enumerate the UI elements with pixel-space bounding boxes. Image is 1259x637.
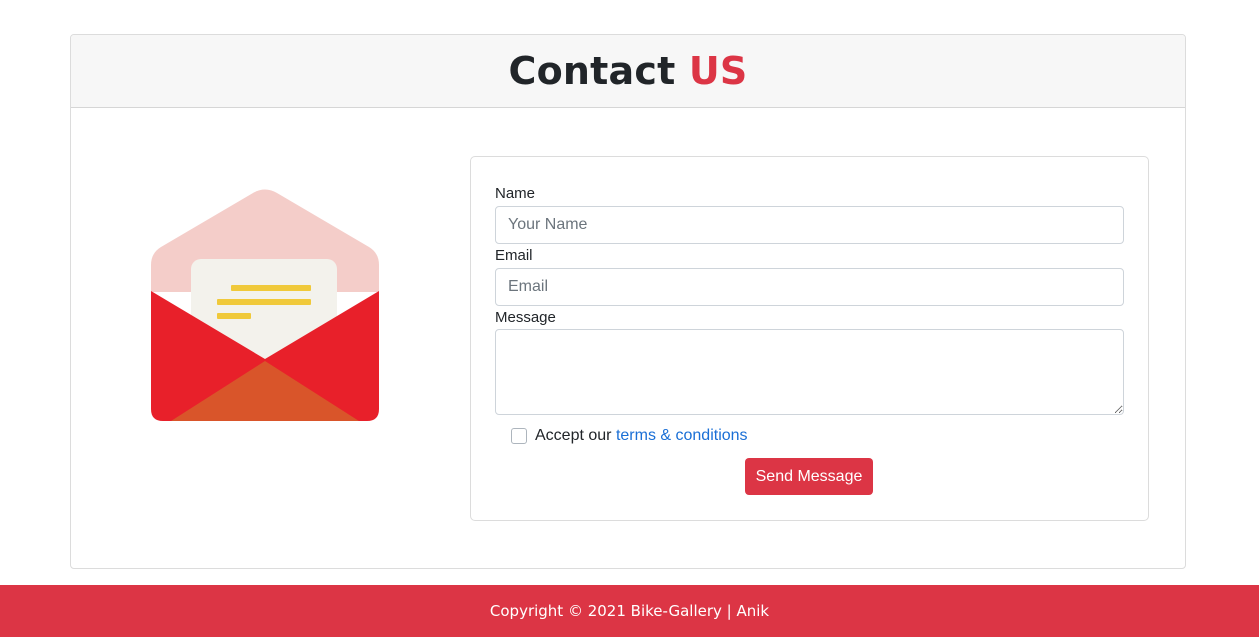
page-title-main: Contact [508,49,676,93]
page-title: Contact US [508,49,747,93]
contact-form: Name Email Message Accept our terms & co… [470,156,1149,521]
email-label: Email [495,247,533,264]
terms-conditions-link[interactable]: terms & conditions [616,427,748,444]
send-message-button[interactable]: Send Message [745,458,873,495]
copyright-text: Copyright © 2021 Bike-Gallery | Anik [489,602,770,620]
contact-card: Contact US Name Email Message Accept our… [70,34,1186,569]
name-label: Name [495,185,536,202]
message-textarea[interactable] [495,329,1124,415]
footer: Copyright © 2021 Bike-Gallery | Anik [0,585,1259,637]
page-title-accent: US [688,49,748,93]
accept-terms-text: Accept our terms & conditions [535,427,748,445]
open-envelope-icon [151,189,379,421]
email-input[interactable] [495,268,1124,306]
name-input[interactable] [495,206,1124,244]
accept-prefix: Accept our [535,427,616,444]
accept-terms-checkbox[interactable] [511,428,527,444]
card-header: Contact US [71,35,1185,108]
message-label: Message [495,309,556,326]
